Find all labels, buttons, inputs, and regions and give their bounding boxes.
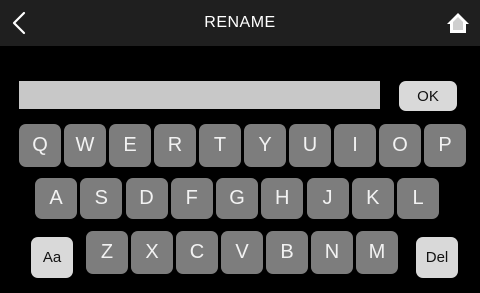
- delete-key[interactable]: Del: [416, 237, 458, 278]
- case-toggle-key[interactable]: Aa: [31, 237, 73, 278]
- key-y[interactable]: Y: [244, 124, 286, 167]
- key-m[interactable]: M: [356, 231, 398, 274]
- key-v[interactable]: V: [221, 231, 263, 274]
- home-icon: [447, 13, 469, 33]
- key-x[interactable]: X: [131, 231, 173, 274]
- key-t[interactable]: T: [199, 124, 241, 167]
- page-title: RENAME: [204, 14, 276, 31]
- key-q[interactable]: Q: [19, 124, 61, 167]
- key-j[interactable]: J: [306, 178, 349, 219]
- key-o[interactable]: O: [379, 124, 421, 167]
- key-p[interactable]: P: [424, 124, 466, 167]
- key-k[interactable]: K: [351, 178, 394, 219]
- key-a[interactable]: A: [35, 178, 77, 219]
- key-d[interactable]: D: [125, 178, 168, 219]
- ok-button[interactable]: OK: [399, 81, 457, 111]
- key-z[interactable]: Z: [86, 231, 128, 274]
- key-e[interactable]: E: [109, 124, 151, 167]
- rename-screen: RENAME OK Q W E R T Y U I O P A S D F G H J K L Aa Z X C V B N M De…: [0, 0, 480, 293]
- key-f[interactable]: F: [170, 178, 213, 219]
- key-n[interactable]: N: [311, 231, 353, 274]
- key-h[interactable]: H: [261, 178, 304, 219]
- key-s[interactable]: S: [80, 178, 123, 219]
- key-i[interactable]: I: [334, 124, 376, 167]
- name-input[interactable]: [19, 81, 380, 109]
- back-button[interactable]: [4, 6, 34, 40]
- key-c[interactable]: C: [176, 231, 218, 274]
- chevron-left-icon: [12, 11, 26, 35]
- header-bar: RENAME: [0, 0, 480, 46]
- key-r[interactable]: R: [154, 124, 196, 167]
- key-b[interactable]: B: [266, 231, 308, 274]
- key-g[interactable]: G: [216, 178, 258, 219]
- key-l[interactable]: L: [397, 178, 439, 219]
- key-w[interactable]: W: [64, 124, 106, 167]
- key-u[interactable]: U: [289, 124, 331, 167]
- home-button[interactable]: [444, 9, 472, 37]
